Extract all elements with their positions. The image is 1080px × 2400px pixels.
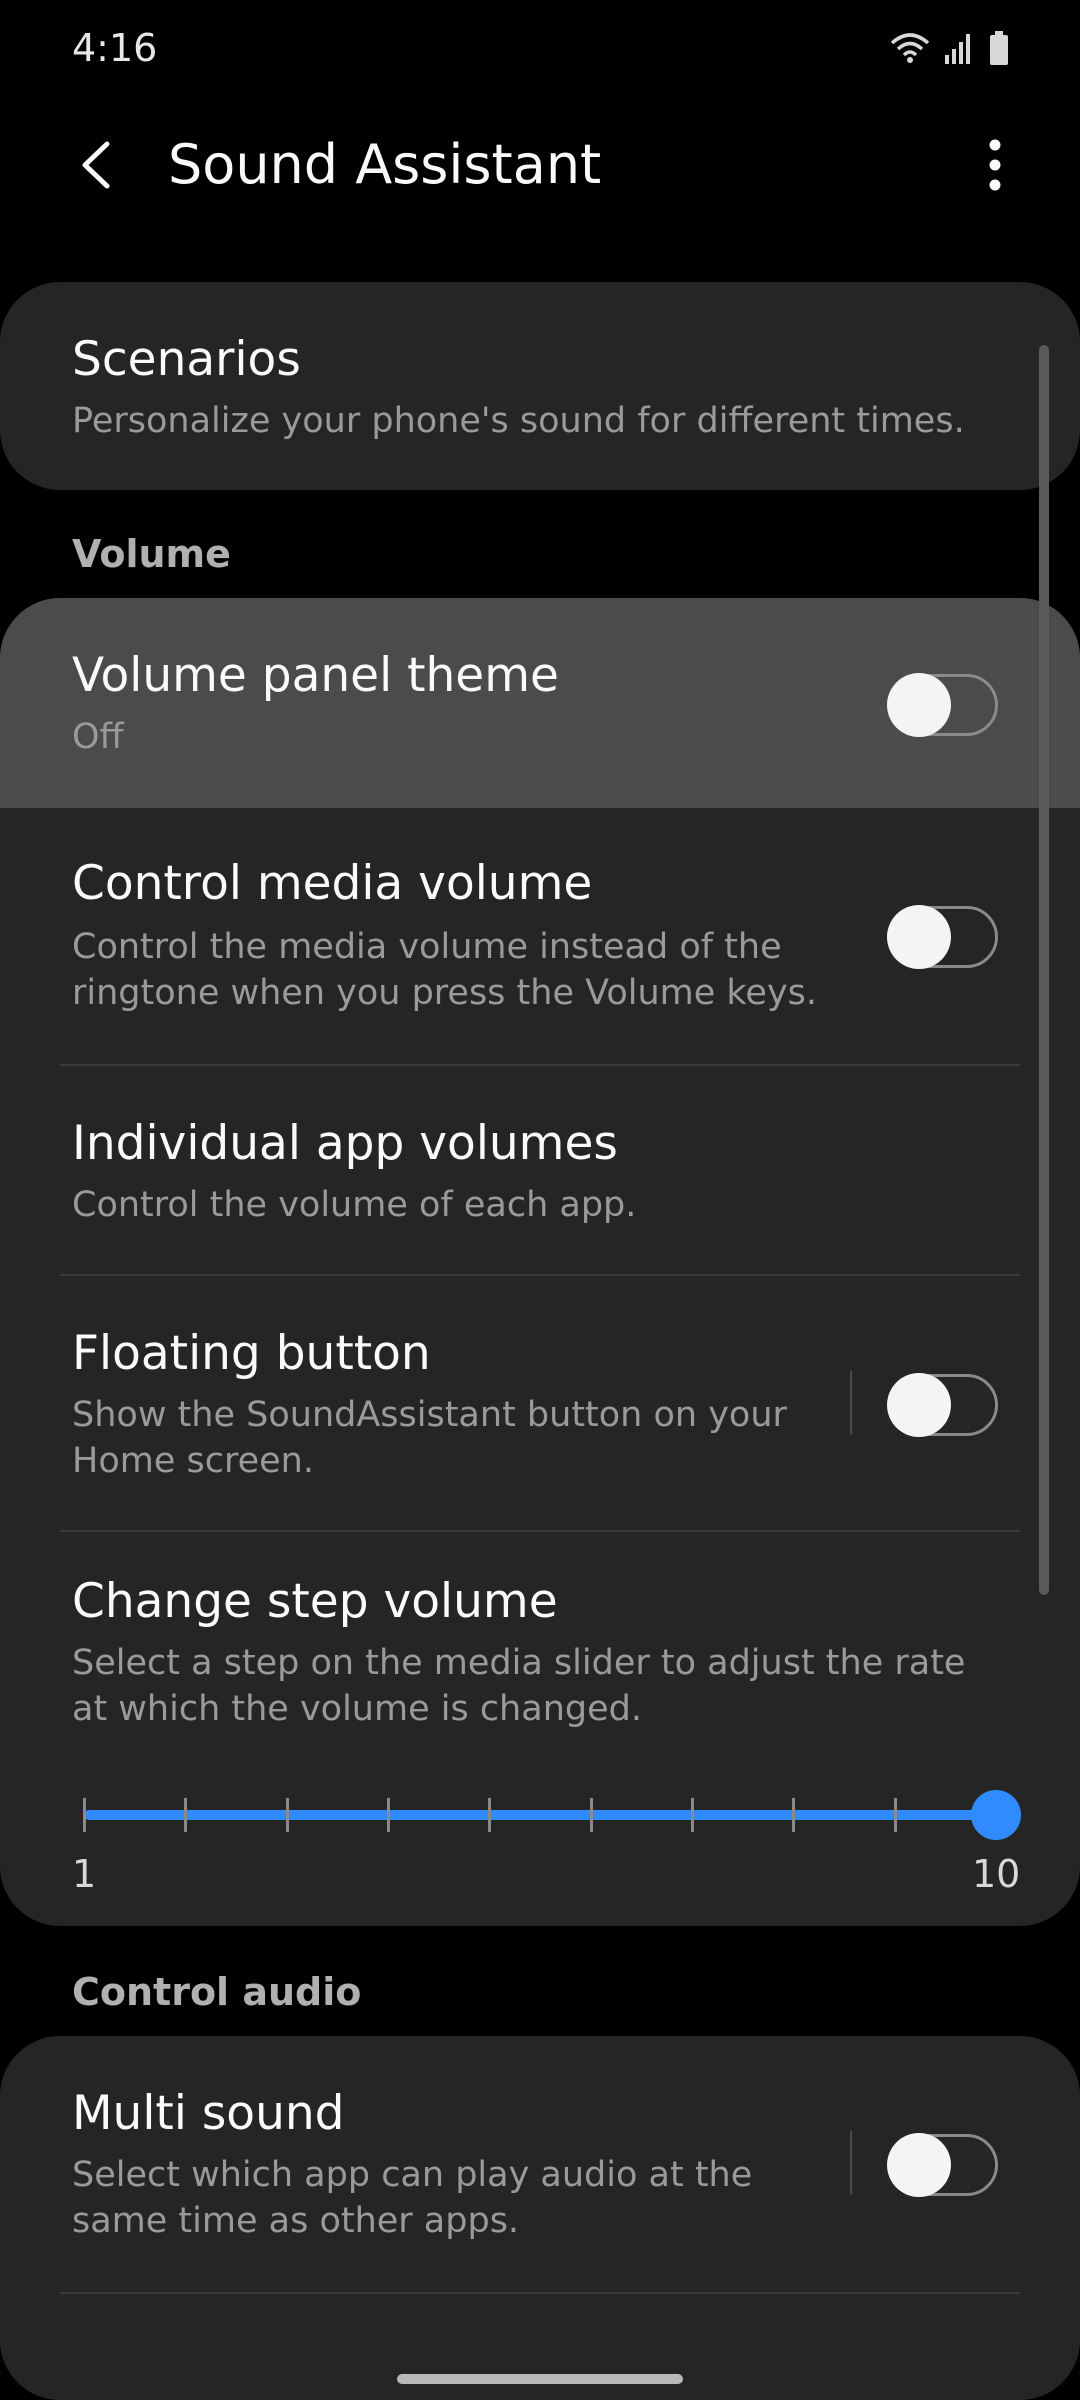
floating-button-row[interactable]: Floating button Show the SoundAssistant … xyxy=(0,1276,1080,1530)
change-step-volume-row: Change step volume Select a step on the … xyxy=(0,1532,1080,1926)
individual-app-volumes-row[interactable]: Individual app volumes Control the volum… xyxy=(0,1066,1080,1274)
app-bar: Sound Assistant xyxy=(0,110,1080,220)
back-button[interactable] xyxy=(62,130,132,200)
toggle-knob xyxy=(887,1373,951,1437)
wifi-icon xyxy=(890,33,930,63)
slider-max-label: 10 xyxy=(972,1852,1021,1896)
section-header-volume: Volume xyxy=(72,532,231,576)
status-time: 4:16 xyxy=(72,26,158,70)
divider xyxy=(60,2292,1020,2294)
section-header-control-audio: Control audio xyxy=(72,1970,362,2014)
control-media-volume-row[interactable]: Control media volume Control the media v… xyxy=(0,808,1080,1062)
signal-icon xyxy=(945,34,970,64)
multi-sound-toggle[interactable] xyxy=(887,2133,998,2197)
control-audio-card: Multi sound Select which app can play au… xyxy=(0,2036,1080,2400)
individual-app-volumes-title: Individual app volumes xyxy=(72,1116,618,1171)
change-step-volume-title: Change step volume xyxy=(72,1574,558,1629)
individual-app-volumes-subtitle: Control the volume of each app. xyxy=(72,1185,637,1225)
volume-panel-theme-toggle[interactable] xyxy=(887,673,998,737)
toggle-knob xyxy=(887,2133,951,2197)
scenarios-title: Scenarios xyxy=(72,332,301,387)
step-volume-slider-thumb[interactable] xyxy=(971,1790,1021,1840)
step-volume-slider[interactable] xyxy=(84,1810,996,1820)
volume-panel-theme-separator xyxy=(850,671,852,735)
slider-tick xyxy=(184,1798,188,1832)
slider-min-label: 1 xyxy=(72,1852,97,1896)
slider-tick xyxy=(83,1798,86,1832)
volume-card: Volume panel theme Off Control media vol… xyxy=(0,598,1080,1926)
volume-panel-theme-title: Volume panel theme xyxy=(72,648,559,703)
change-step-volume-subtitle: Select a step on the media slider to adj… xyxy=(72,1643,966,1729)
back-arrow-icon xyxy=(82,141,110,189)
page-title: Sound Assistant xyxy=(168,133,602,196)
slider-tick xyxy=(589,1798,593,1832)
slider-tick xyxy=(387,1798,390,1832)
floating-button-title: Floating button xyxy=(72,1326,431,1381)
slider-tick xyxy=(691,1798,694,1832)
multi-sound-title: Multi sound xyxy=(72,2086,345,2141)
floating-button-toggle[interactable] xyxy=(887,1373,998,1437)
more-options-button[interactable] xyxy=(960,130,1030,200)
control-media-volume-subtitle: Control the media volume instead of the … xyxy=(72,927,818,1013)
battery-icon xyxy=(990,31,1008,65)
slider-tick xyxy=(285,1798,289,1832)
multi-sound-subtitle: Select which app can play audio at the s… xyxy=(72,2155,753,2241)
status-bar: 4:16 xyxy=(0,0,1080,100)
slider-tick xyxy=(488,1798,492,1832)
scenarios-subtitle: Personalize your phone's sound for diffe… xyxy=(72,401,965,441)
floating-button-subtitle: Show the SoundAssistant button on your H… xyxy=(72,1395,787,1481)
more-vertical-icon xyxy=(989,139,1001,191)
multi-sound-row[interactable]: Multi sound Select which app can play au… xyxy=(0,2036,1080,2292)
multi-sound-separator xyxy=(850,2131,852,2195)
floating-button-separator xyxy=(850,1371,852,1435)
toggle-knob xyxy=(887,673,951,737)
scrollbar[interactable] xyxy=(1039,345,1049,1595)
control-media-volume-title: Control media volume xyxy=(72,856,593,911)
slider-tick xyxy=(792,1798,796,1832)
slider-tick xyxy=(893,1798,897,1832)
status-icons xyxy=(890,30,1010,66)
volume-panel-theme-row[interactable]: Volume panel theme Off xyxy=(0,598,1080,808)
scenarios-card[interactable]: Scenarios Personalize your phone's sound… xyxy=(0,282,1080,490)
toggle-knob xyxy=(887,905,951,969)
control-media-volume-toggle[interactable] xyxy=(887,905,998,969)
volume-panel-theme-status: Off xyxy=(72,717,124,757)
home-indicator[interactable] xyxy=(397,2374,683,2384)
